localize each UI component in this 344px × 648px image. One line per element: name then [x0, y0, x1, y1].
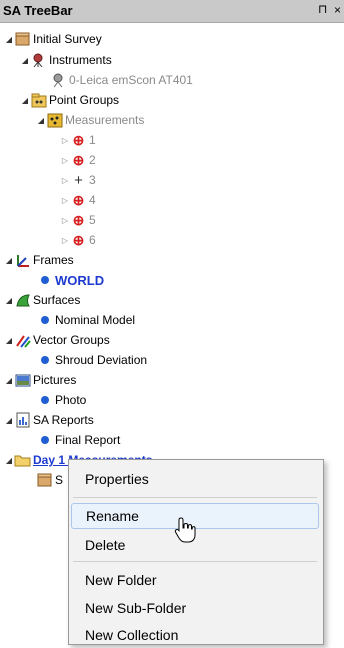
- target-point-icon: ⊕: [72, 151, 85, 168]
- tree-label: WORLD: [55, 272, 105, 288]
- tree-label: 2: [89, 153, 96, 167]
- tree-node-point[interactable]: ▷ + 3: [60, 170, 96, 190]
- tree-label: Surfaces: [33, 293, 81, 307]
- point-groups-icon: [30, 92, 47, 108]
- pin-icon[interactable]: ⊓: [318, 2, 327, 16]
- tree-label: 1: [89, 133, 96, 147]
- surface-icon: [14, 292, 31, 308]
- tree-label: 3: [89, 173, 96, 187]
- tree-node-point[interactable]: ▷ ⊕ 5: [60, 210, 96, 230]
- tree-label: Initial Survey: [33, 32, 102, 46]
- tree-label: 5: [89, 213, 96, 227]
- picture-icon: [14, 372, 31, 388]
- point-group-icon: [46, 112, 63, 128]
- target-point-icon: ⊕: [72, 191, 85, 208]
- tree-label: Pictures: [33, 373, 77, 387]
- tree-label: 4: [89, 193, 96, 207]
- tree-label: Point Groups: [49, 93, 120, 107]
- expand-closed-icon[interactable]: ▷: [60, 136, 70, 145]
- tree-node-nominal-model[interactable]: Nominal Model: [36, 310, 135, 330]
- expand-open-icon[interactable]: ◢: [20, 96, 30, 105]
- expand-closed-icon[interactable]: ▷: [60, 216, 70, 225]
- expand-open-icon[interactable]: ◢: [4, 256, 14, 265]
- target-point-icon: ⊕: [72, 231, 85, 248]
- tree-node-point[interactable]: ▷ ⊕ 4: [60, 190, 96, 210]
- tree-label: SA Reports: [33, 413, 94, 427]
- tree-node-point[interactable]: ▷ ⊕ 2: [60, 150, 96, 170]
- expand-open-icon[interactable]: ◢: [4, 416, 14, 425]
- tree-node-vector-groups[interactable]: ◢ Vector Groups: [4, 330, 110, 350]
- tree-label: Frames: [33, 253, 74, 267]
- menu-separator: [73, 497, 317, 498]
- tree-node-measurements[interactable]: ◢ Measurements: [36, 110, 144, 130]
- hand-cursor-icon: [173, 516, 197, 547]
- tree-node-point[interactable]: ▷ ⊕ 6: [60, 230, 96, 250]
- collection-box-icon: [14, 31, 31, 47]
- tree-node-frames[interactable]: ◢ Frames: [4, 250, 74, 270]
- tree-node-instrument-0[interactable]: 0-Leica emScon AT401: [50, 70, 193, 90]
- menu-item-new-collection[interactable]: New Collection: [71, 622, 319, 648]
- context-menu: Properties Rename Delete New Folder New …: [68, 459, 324, 645]
- tree-node-final-report[interactable]: Final Report: [36, 430, 120, 450]
- instrument-icon: [30, 52, 47, 68]
- bullet-icon: [36, 312, 53, 328]
- tree-label: 6: [89, 233, 96, 247]
- expand-closed-icon[interactable]: ▷: [60, 196, 70, 205]
- expand-open-icon[interactable]: ◢: [4, 35, 14, 44]
- tree-label: S: [55, 473, 64, 487]
- treebar-titlebar: SA TreeBar ⊓ ×: [0, 0, 344, 23]
- tree-label: Vector Groups: [33, 333, 110, 347]
- expand-open-icon[interactable]: ◢: [36, 116, 46, 125]
- tree-node-point[interactable]: ▷ ⊕ 1: [60, 130, 96, 150]
- expand-closed-icon[interactable]: ▷: [60, 236, 70, 245]
- tree-node-instruments[interactable]: ◢ Instruments: [20, 50, 112, 70]
- target-point-icon: ⊕: [72, 211, 85, 228]
- menu-separator: [73, 561, 317, 562]
- tree-node-day1-child[interactable]: S: [36, 470, 63, 490]
- expand-open-icon[interactable]: ◢: [4, 456, 14, 465]
- menu-item-new-folder[interactable]: New Folder: [71, 567, 319, 593]
- close-icon[interactable]: ×: [334, 3, 341, 17]
- crosshair-point-icon: +: [74, 171, 83, 189]
- tree-node-photo[interactable]: Photo: [36, 390, 86, 410]
- bullet-icon: [36, 352, 53, 368]
- expand-open-icon[interactable]: ◢: [4, 296, 14, 305]
- expand-open-icon[interactable]: ◢: [20, 56, 30, 65]
- target-point-icon: ⊕: [72, 131, 85, 148]
- tree-label: 0-Leica emScon AT401: [69, 73, 193, 87]
- menu-item-new-subfolder[interactable]: New Sub-Folder: [71, 595, 319, 621]
- tree-label: Instruments: [49, 53, 112, 67]
- tree-node-shroud-deviation[interactable]: Shroud Deviation: [36, 350, 147, 370]
- tree-node-surfaces[interactable]: ◢ Surfaces: [4, 290, 80, 310]
- tree-label: Shroud Deviation: [55, 353, 148, 367]
- tree-node-point-groups[interactable]: ◢ Point Groups: [20, 90, 119, 110]
- tree-node-world[interactable]: WORLD: [36, 270, 104, 290]
- tracker-icon: [50, 72, 67, 88]
- bullet-icon: [36, 392, 53, 408]
- expand-open-icon[interactable]: ◢: [4, 376, 14, 385]
- bullet-icon: [36, 272, 53, 288]
- tree-label: Measurements: [65, 113, 145, 127]
- tree-label: Photo: [55, 393, 87, 407]
- report-icon: [14, 412, 31, 428]
- bullet-icon: [36, 432, 53, 448]
- expand-closed-icon[interactable]: ▷: [60, 176, 70, 185]
- tree-node-sa-reports[interactable]: ◢ SA Reports: [4, 410, 94, 430]
- vector-group-icon: [14, 332, 31, 348]
- frame-axes-icon: [14, 252, 31, 268]
- collection-box-icon: [36, 472, 53, 488]
- tree-label: Nominal Model: [55, 313, 136, 327]
- expand-open-icon[interactable]: ◢: [4, 336, 14, 345]
- tree-node-pictures[interactable]: ◢ Pictures: [4, 370, 76, 390]
- folder-icon: [14, 452, 31, 468]
- expand-closed-icon[interactable]: ▷: [60, 156, 70, 165]
- menu-item-properties[interactable]: Properties: [71, 466, 319, 492]
- tree-label: Final Report: [55, 433, 121, 447]
- tree-node-initial-survey[interactable]: ◢ Initial Survey: [4, 29, 102, 49]
- window-title: SA TreeBar: [3, 3, 73, 18]
